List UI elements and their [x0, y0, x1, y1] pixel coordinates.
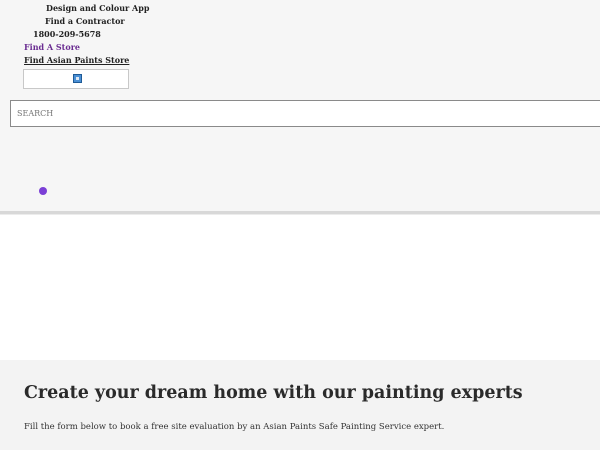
find-contractor-link[interactable]: Find a Contractor [45, 16, 125, 26]
phone-number-link[interactable]: 1800-209-5678 [33, 29, 101, 39]
header-divider [0, 211, 600, 215]
hero-section: Create your dream home with our painting… [0, 360, 600, 450]
find-asian-paints-store-link[interactable]: Find Asian Paints Store [24, 55, 129, 65]
design-colour-app-link[interactable]: Design and Colour App [46, 3, 149, 13]
language-selector-icon[interactable] [73, 74, 82, 83]
find-a-store-link[interactable]: Find A Store [24, 42, 80, 52]
loading-dot-icon [39, 187, 47, 195]
hero-title: Create your dream home with our painting… [24, 383, 523, 403]
search-input[interactable] [10, 100, 600, 127]
hero-subtitle: Fill the form below to book a free site … [24, 422, 445, 432]
top-header-section: Design and Colour App Find a Contractor … [0, 0, 600, 212]
language-selector[interactable] [23, 69, 129, 89]
